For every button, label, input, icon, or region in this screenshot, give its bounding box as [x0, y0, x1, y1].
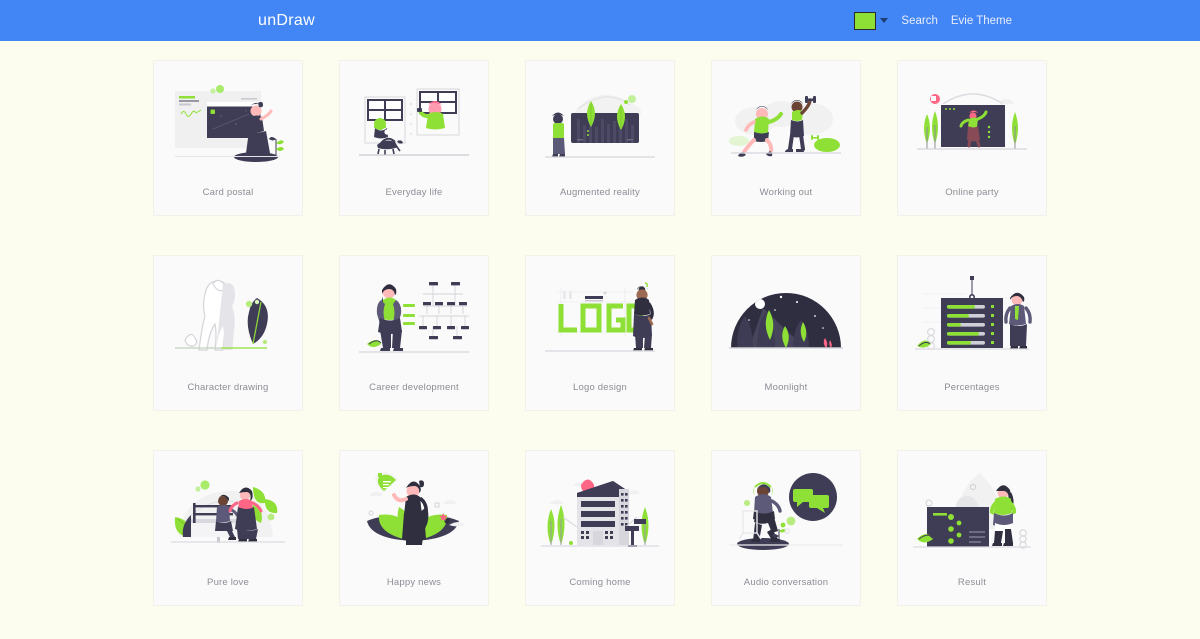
illustration-card[interactable]: Happy news [339, 450, 489, 606]
card-label: Online party [945, 187, 999, 198]
online-party-illustration [917, 93, 1027, 150]
audio-conversation-illustration [729, 473, 843, 550]
evie-theme-link[interactable]: Evie Theme [951, 15, 1012, 27]
percentages-illustration [915, 276, 1032, 350]
illustration-grid: Card postal Everyday life Augmented real… [0, 41, 1200, 606]
header-actions: Search Evie Theme [854, 11, 1012, 30]
chevron-down-icon[interactable] [880, 18, 889, 23]
augmented-reality-illustration [545, 94, 655, 158]
logo-design-illustration [545, 282, 655, 352]
card-label: Augmented reality [560, 187, 640, 198]
search-link[interactable]: Search [901, 15, 937, 27]
coming-home-illustration [541, 479, 659, 547]
pure-love-illustration [171, 480, 285, 543]
character-drawing-illustration [175, 279, 268, 351]
result-illustration [913, 473, 1031, 549]
illustration-card[interactable]: Card postal [153, 60, 303, 216]
card-label: Character drawing [187, 382, 269, 393]
happy-news-illustration [367, 471, 465, 545]
illustration-card[interactable]: Coming home [525, 450, 675, 606]
illustration-card[interactable]: Career development [339, 255, 489, 411]
everyday-life-illustration [359, 88, 469, 156]
card-label: Everyday life [385, 187, 443, 198]
illustration-card[interactable]: Logo design [525, 255, 675, 411]
illustration-card[interactable]: Online party [897, 60, 1047, 216]
illustration-card[interactable]: Pure love [153, 450, 303, 606]
illustration-card[interactable]: Everyday life [339, 60, 489, 216]
card-label: Result [957, 577, 987, 588]
working-out-illustration [729, 96, 841, 157]
card-label: Percentages [944, 382, 1000, 393]
color-swatch[interactable] [854, 11, 877, 30]
card-label: Happy news [386, 577, 442, 588]
card-label: Card postal [202, 187, 254, 198]
illustration-card[interactable]: Augmented reality [525, 60, 675, 216]
card-postal-illustration [175, 85, 284, 162]
illustration-card[interactable]: Working out [711, 60, 861, 216]
illustration-card[interactable]: Character drawing [153, 255, 303, 411]
card-label: Moonlight [764, 382, 808, 393]
brand-logo[interactable]: unDraw [258, 12, 315, 30]
card-label: Coming home [569, 577, 631, 588]
card-label: Pure love [207, 577, 249, 588]
card-label: Audio conversation [743, 577, 829, 588]
card-label: Working out [759, 187, 813, 198]
card-label: Career development [369, 382, 459, 393]
illustration-card[interactable]: Result [897, 450, 1047, 606]
illustration-card[interactable]: Percentages [897, 255, 1047, 411]
career-development-illustration [359, 282, 469, 353]
color-picker[interactable] [854, 11, 889, 30]
top-navigation-bar: unDraw Search Evie Theme [0, 0, 1200, 41]
illustration-card[interactable]: Audio conversation [711, 450, 861, 606]
illustration-card[interactable]: Moonlight [711, 255, 861, 411]
card-label: Logo design [573, 382, 627, 393]
moonlight-illustration [729, 293, 843, 349]
